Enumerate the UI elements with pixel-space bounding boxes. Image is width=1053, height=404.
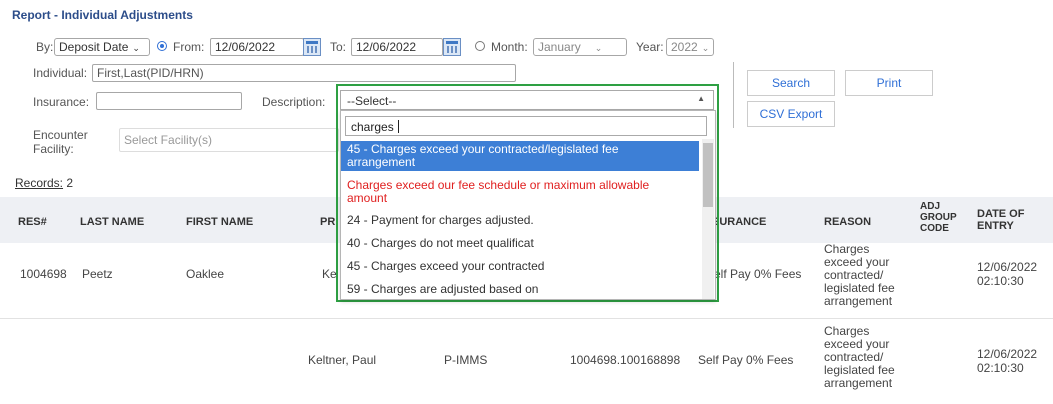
option-line: 40 - Charges do not meet qualificat xyxy=(347,236,534,250)
description-select[interactable]: --Select-- ▲ xyxy=(340,90,714,110)
month-select-value: January xyxy=(538,40,581,54)
col-insurance: SURANCE xyxy=(712,216,767,228)
text-cursor xyxy=(398,120,399,133)
individual-input[interactable]: First,Last(PID/HRN) xyxy=(92,64,516,82)
records-count: Records: 2 xyxy=(15,176,73,190)
date-line: 02:10:30 xyxy=(977,274,1024,288)
month-radio[interactable] xyxy=(475,41,485,51)
cell-first-name: Oaklee xyxy=(186,267,225,281)
page-title: Report - Individual Adjustments xyxy=(12,8,193,22)
chevron-up-icon: ▲ xyxy=(697,94,705,103)
individual-label: Individual: xyxy=(33,66,88,80)
year-select-value: 2022 xyxy=(671,40,698,54)
dropdown-option[interactable]: 45 - Charges exceed your contracted xyxy=(341,258,699,276)
cell-date: 12/06/2022 02:10:30 xyxy=(977,260,1037,288)
cell-reason: Charges exceed your contracted/ legislat… xyxy=(824,243,895,308)
chevron-down-icon: ⌄ xyxy=(594,43,603,53)
option-line: 45 - Charges exceed your contracted xyxy=(347,259,545,273)
dropdown-search-input[interactable]: charges xyxy=(345,116,707,136)
facility-select[interactable]: Select Facility(s) xyxy=(119,128,339,152)
col-adj-line2: GROUP xyxy=(920,212,957,223)
chevron-down-icon: ⌄ xyxy=(701,43,710,53)
cell-res: 1004698 xyxy=(20,267,67,281)
from-date-input[interactable]: 12/06/2022 xyxy=(210,38,304,56)
col-adj-line3: CODE xyxy=(920,223,949,234)
by-select[interactable]: Deposit Date ⌄ xyxy=(54,38,150,56)
reason-line: arrangement xyxy=(824,376,893,390)
cell-provider: Ke xyxy=(322,267,337,281)
dropdown-search-value: charges xyxy=(351,120,394,134)
divider xyxy=(733,62,734,128)
option-line: Charges exceed our fee schedule or maxim… xyxy=(347,178,650,192)
col-adj-line1: ADJ xyxy=(920,201,941,212)
calendar-icon[interactable] xyxy=(303,38,321,56)
col-date-of-entry: DATE OF ENTRY xyxy=(977,208,1024,232)
to-label: To: xyxy=(330,40,347,54)
col-res: RES# xyxy=(18,216,47,228)
dropdown-scrollbar[interactable] xyxy=(702,139,714,299)
cell-insurance: Self Pay 0% Fees xyxy=(698,353,794,367)
col-first-name: FIRST NAME xyxy=(186,216,254,228)
description-dropdown: charges 45 - Charges exceed your contrac… xyxy=(340,110,716,300)
csv-export-button[interactable]: CSV Export xyxy=(747,101,835,127)
month-label: Month: xyxy=(491,40,528,54)
cell-insurance: elf Pay 0% Fees xyxy=(714,267,802,281)
col-last-name: LAST NAME xyxy=(80,216,145,228)
dropdown-scroll-thumb[interactable] xyxy=(703,143,713,207)
encounter-facility-label: Encounter Facility: xyxy=(33,128,88,156)
dropdown-option[interactable]: 45 - Charges exceed your contracted/legi… xyxy=(341,141,699,171)
encounter-label-line2: Facility: xyxy=(33,142,74,156)
year-label: Year: xyxy=(636,40,664,54)
dropdown-option[interactable]: Charges exceed our fee schedule or maxim… xyxy=(341,177,699,207)
col-date-line1: DATE OF xyxy=(977,208,1025,220)
print-button[interactable]: Print xyxy=(845,70,933,96)
col-adj-group-code: ADJ GROUP CODE xyxy=(920,201,957,234)
records-number: 2 xyxy=(66,176,74,190)
from-radio[interactable] xyxy=(157,41,167,51)
option-line: arrangement xyxy=(347,155,416,169)
option-line: 24 - Payment for charges adjusted. xyxy=(347,213,534,227)
to-date-input[interactable]: 12/06/2022 xyxy=(351,38,443,56)
cell-program: P-IMMS xyxy=(444,353,488,367)
year-select[interactable]: 2022 ⌄ xyxy=(666,38,714,56)
insurance-label: Insurance: xyxy=(33,95,90,109)
cell-provider: Keltner, Paul xyxy=(308,353,377,367)
records-label: Records: xyxy=(15,176,64,190)
calendar-icon[interactable] xyxy=(443,38,461,56)
by-select-value: Deposit Date xyxy=(59,40,129,54)
description-label: Description: xyxy=(262,95,326,109)
table-row[interactable]: Keltner, Paul P-IMMS 1004698.100168898 S… xyxy=(0,319,1053,399)
option-line: amount xyxy=(347,191,388,205)
col-date-line2: ENTRY xyxy=(977,220,1014,232)
by-label: By: xyxy=(36,40,54,54)
date-line: 12/06/2022 xyxy=(977,260,1038,274)
dropdown-option[interactable]: 24 - Payment for charges adjusted. xyxy=(341,212,699,230)
cell-claim: 1004698.100168898 xyxy=(570,353,681,367)
cell-date: 12/06/2022 02:10:30 xyxy=(977,347,1037,375)
search-button[interactable]: Search xyxy=(747,70,835,96)
col-reason: REASON xyxy=(824,216,872,228)
insurance-input[interactable] xyxy=(96,92,242,110)
reason-line: arrangement xyxy=(824,294,893,308)
cell-reason: Charges exceed your contracted/ legislat… xyxy=(824,325,895,390)
cell-last-name: Peetz xyxy=(82,267,113,281)
col-provider: PR xyxy=(320,216,336,228)
option-line: 59 - Charges are adjusted based on xyxy=(347,282,539,296)
dropdown-option[interactable]: 59 - Charges are adjusted based on xyxy=(341,281,699,299)
from-label: From: xyxy=(173,40,205,54)
dropdown-option[interactable]: 40 - Charges do not meet qualificat xyxy=(341,235,699,253)
date-line: 02:10:30 xyxy=(977,361,1024,375)
month-select[interactable]: January ⌄ xyxy=(533,38,627,56)
chevron-down-icon: ⌄ xyxy=(132,43,140,53)
date-line: 12/06/2022 xyxy=(977,347,1038,361)
encounter-label-line1: Encounter xyxy=(33,128,88,142)
description-select-value: --Select-- xyxy=(347,94,397,108)
